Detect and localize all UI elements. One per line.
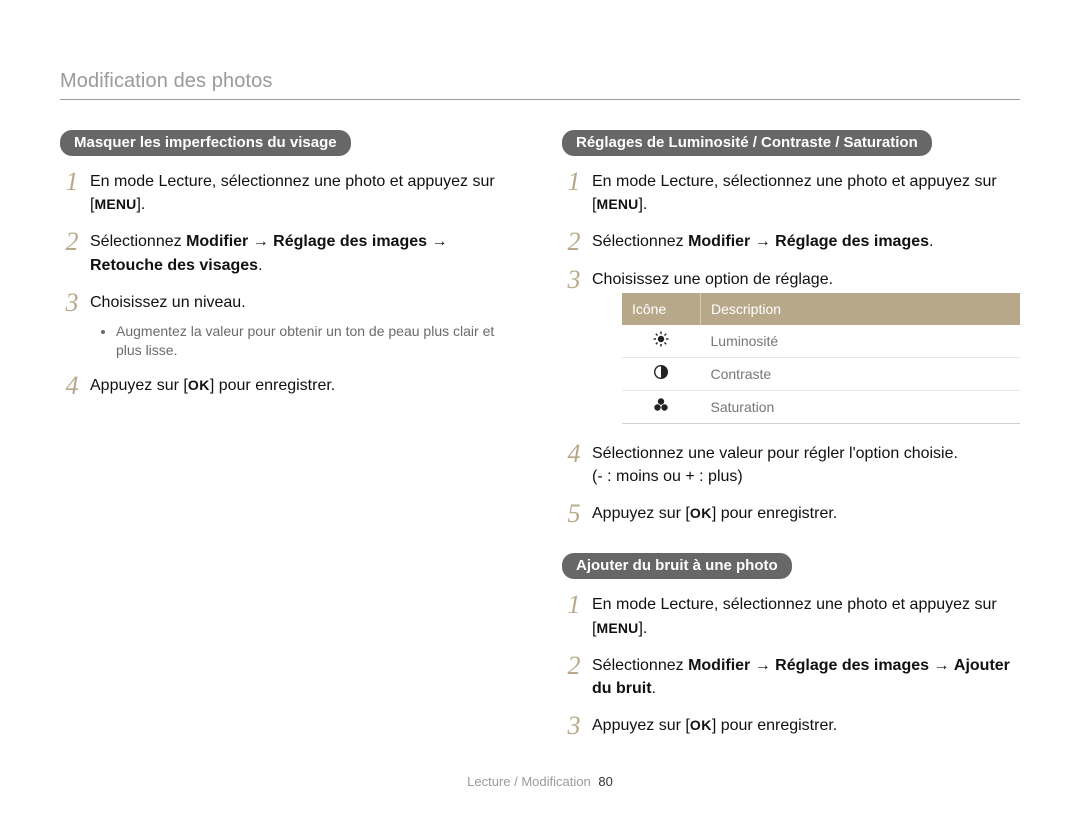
cell-description: Luminosité <box>701 325 1021 357</box>
step-text: ]. <box>638 196 647 213</box>
step-text: . <box>929 233 933 250</box>
step-text: Choisissez une option de réglage. <box>592 271 833 288</box>
step-text: . <box>258 257 262 274</box>
step-sub-bullets: Augmentez la valeur pour obtenir un ton … <box>98 322 518 360</box>
step-text: . <box>652 680 656 697</box>
arrow: → <box>427 233 447 250</box>
table-row: Saturation <box>622 390 1020 423</box>
ok-label: OK <box>188 377 210 393</box>
sub-bullet-1: Augmentez la valeur pour obtenir un ton … <box>116 322 518 360</box>
options-table: Icône Description Luminosité <box>622 293 1020 424</box>
step-text: Sélectionnez une valeur pour régler l'op… <box>592 445 958 462</box>
menu-label: MENU <box>596 620 638 636</box>
right-column: Réglages de Luminosité / Contraste / Sat… <box>562 130 1020 755</box>
cell-description: Saturation <box>701 390 1021 423</box>
table-row: Contraste <box>622 357 1020 390</box>
step-2: Sélectionnez Modifier → Réglage des imag… <box>60 230 518 276</box>
step-1: En mode Lecture, sélectionnez une photo … <box>562 170 1020 216</box>
arrow: → <box>248 233 273 250</box>
step-text: En mode Lecture, sélectionnez une photo … <box>90 173 495 213</box>
menu-path-retouche: Retouche des visages <box>90 257 258 274</box>
step-text: Sélectionnez <box>592 233 688 250</box>
section-heading-pill: Ajouter du bruit à une photo <box>562 553 792 579</box>
left-column: Masquer les imperfections du visage En m… <box>60 130 518 755</box>
step-text: ] pour enregistrer. <box>712 505 837 522</box>
step-3: Choisissez un niveau. Augmentez la valeu… <box>60 291 518 360</box>
step-text: En mode Lecture, sélectionnez une photo … <box>592 173 997 213</box>
arrow: → <box>750 233 775 250</box>
step-text: ] pour enregistrer. <box>712 717 837 734</box>
step-3: Appuyez sur [OK] pour enregistrer. <box>562 714 1020 737</box>
section-add-noise: Ajouter du bruit à une photo En mode Lec… <box>562 553 1020 737</box>
step-text: Appuyez sur [ <box>90 377 188 394</box>
arrow: → <box>929 657 954 674</box>
footer-section: Lecture / Modification <box>467 774 591 789</box>
step-2: Sélectionnez Modifier → Réglage des imag… <box>562 654 1020 700</box>
menu-path-modifier: Modifier <box>688 233 750 250</box>
table-header-description: Description <box>701 293 1021 325</box>
menu-path-modifier: Modifier <box>186 233 248 250</box>
brightness-icon <box>653 331 669 352</box>
step-4: Appuyez sur [OK] pour enregistrer. <box>60 374 518 397</box>
footer-page-number: 80 <box>598 774 612 789</box>
section-face-retouch: Masquer les imperfections du visage En m… <box>60 130 518 397</box>
step-text: Appuyez sur [ <box>592 717 690 734</box>
section-adjustments: Réglages de Luminosité / Contraste / Sat… <box>562 130 1020 525</box>
cell-description: Contraste <box>701 357 1021 390</box>
table-header-row: Icône Description <box>622 293 1020 325</box>
menu-path-reglage: Réglage des images <box>273 233 427 250</box>
ok-label: OK <box>690 717 712 733</box>
step-text: (- : moins ou + : plus) <box>592 468 743 485</box>
section-heading-pill: Réglages de Luminosité / Contraste / Sat… <box>562 130 932 156</box>
cell-icon <box>622 325 701 357</box>
step-text: En mode Lecture, sélectionnez une photo … <box>592 596 997 636</box>
step-text: Sélectionnez <box>592 657 688 674</box>
menu-path-modifier: Modifier <box>688 657 750 674</box>
steps-list: En mode Lecture, sélectionnez une photo … <box>562 593 1020 737</box>
step-5: Appuyez sur [OK] pour enregistrer. <box>562 502 1020 525</box>
saturation-icon <box>653 397 669 418</box>
step-4: Sélectionnez une valeur pour régler l'op… <box>562 442 1020 488</box>
arrow: → <box>750 657 775 674</box>
step-3: Choisissez une option de réglage. Icône … <box>562 268 1020 424</box>
menu-path-reglage: Réglage des images <box>775 233 929 250</box>
page-footer: Lecture / Modification 80 <box>0 774 1080 789</box>
step-1: En mode Lecture, sélectionnez une photo … <box>60 170 518 216</box>
step-text: Choisissez un niveau. <box>90 294 246 311</box>
step-text: ] pour enregistrer. <box>210 377 335 394</box>
step-text: Appuyez sur [ <box>592 505 690 522</box>
table-header-icon: Icône <box>622 293 701 325</box>
menu-label: MENU <box>596 196 638 212</box>
step-text: Sélectionnez <box>90 233 186 250</box>
step-2: Sélectionnez Modifier → Réglage des imag… <box>562 230 1020 253</box>
title-divider <box>60 99 1020 100</box>
step-text: ]. <box>136 196 145 213</box>
cell-icon <box>622 357 701 390</box>
menu-label: MENU <box>94 196 136 212</box>
step-text: ]. <box>638 620 647 637</box>
page-title: Modification des photos <box>60 70 1020 93</box>
steps-list: En mode Lecture, sélectionnez une photo … <box>60 170 518 397</box>
contrast-icon <box>653 364 669 385</box>
cell-icon <box>622 390 701 423</box>
step-1: En mode Lecture, sélectionnez une photo … <box>562 593 1020 639</box>
menu-path-reglage: Réglage des images <box>775 657 929 674</box>
ok-label: OK <box>690 505 712 521</box>
section-heading-pill: Masquer les imperfections du visage <box>60 130 351 156</box>
table-row: Luminosité <box>622 325 1020 357</box>
steps-list: En mode Lecture, sélectionnez une photo … <box>562 170 1020 525</box>
content-columns: Masquer les imperfections du visage En m… <box>60 130 1020 755</box>
